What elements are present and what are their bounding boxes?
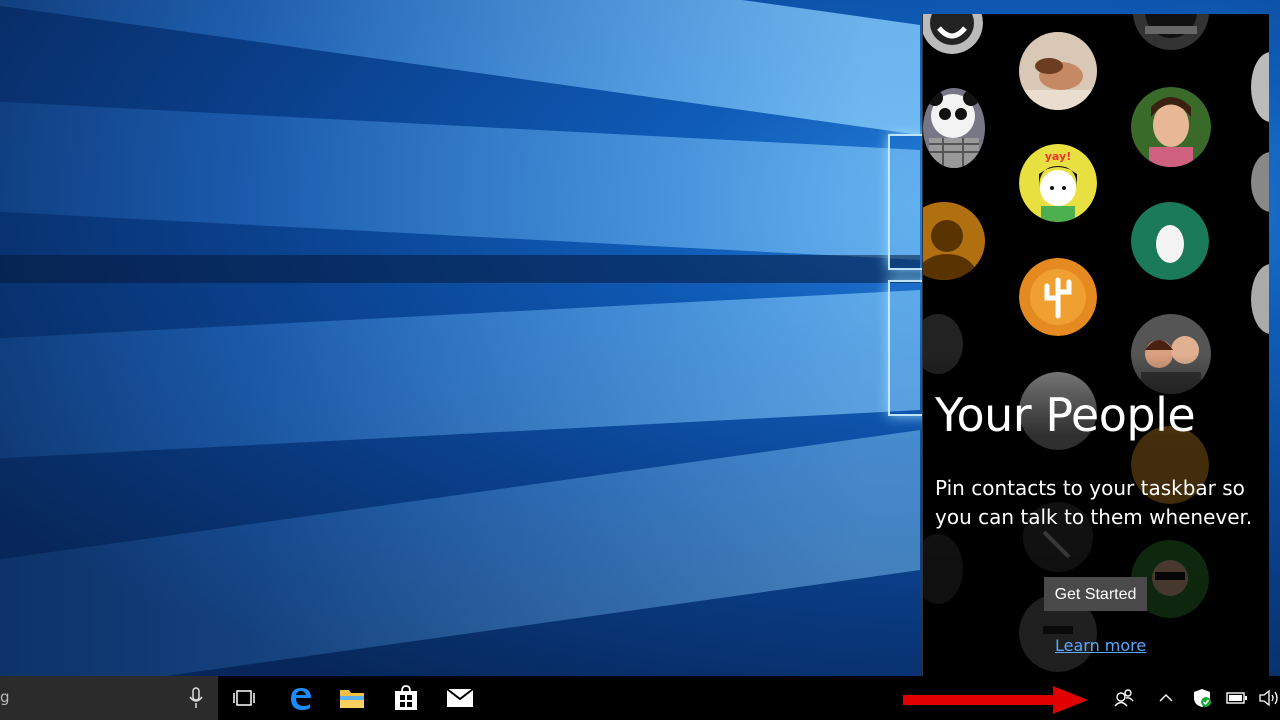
yay-text: yay! (1045, 150, 1071, 163)
red-arrow-icon (903, 686, 1088, 714)
shadow-band (0, 255, 920, 283)
avatar-cactus (1019, 258, 1097, 336)
avatar-contact-3 (1251, 264, 1269, 334)
taskbar: g (0, 676, 1280, 720)
microphone-icon[interactable] (189, 687, 203, 709)
avatar-panda (923, 88, 985, 168)
get-started-button[interactable]: Get Started (1044, 577, 1147, 611)
avatar-yay-girl: yay! (1019, 144, 1097, 222)
people-panel: yay! Your People Pin contacts to your ta… (922, 14, 1269, 676)
light-beam (0, 430, 920, 676)
battery-icon[interactable] (1226, 688, 1248, 708)
avatar-hands (1019, 32, 1097, 110)
defender-shield-icon[interactable] (1192, 688, 1212, 708)
avatar-egg (1131, 202, 1209, 280)
avatar-contact-1 (1251, 52, 1269, 122)
light-beam (0, 91, 920, 260)
search-text: g (0, 688, 10, 706)
panel-title: Your People (935, 388, 1196, 442)
edge-icon[interactable] (286, 684, 314, 712)
avatar-smiley (923, 14, 983, 54)
task-view-icon[interactable] (230, 684, 258, 712)
avatar-woman (1131, 87, 1211, 167)
people-icon[interactable] (1114, 688, 1134, 708)
avatar-camera (1131, 14, 1211, 52)
chevron-up-icon[interactable] (1158, 688, 1174, 708)
panel-description: Pin contacts to your taskbar so you can … (935, 476, 1253, 529)
avatar-silhouette (923, 202, 985, 280)
store-icon[interactable] (392, 684, 420, 712)
light-beam (0, 290, 920, 469)
search-box[interactable]: g (0, 676, 218, 720)
learn-more-link[interactable]: Learn more (1055, 636, 1146, 655)
mail-icon[interactable] (446, 684, 474, 712)
volume-icon[interactable] (1258, 688, 1280, 708)
avatar-contact-2 (1251, 152, 1269, 212)
file-explorer-icon[interactable] (338, 684, 366, 712)
